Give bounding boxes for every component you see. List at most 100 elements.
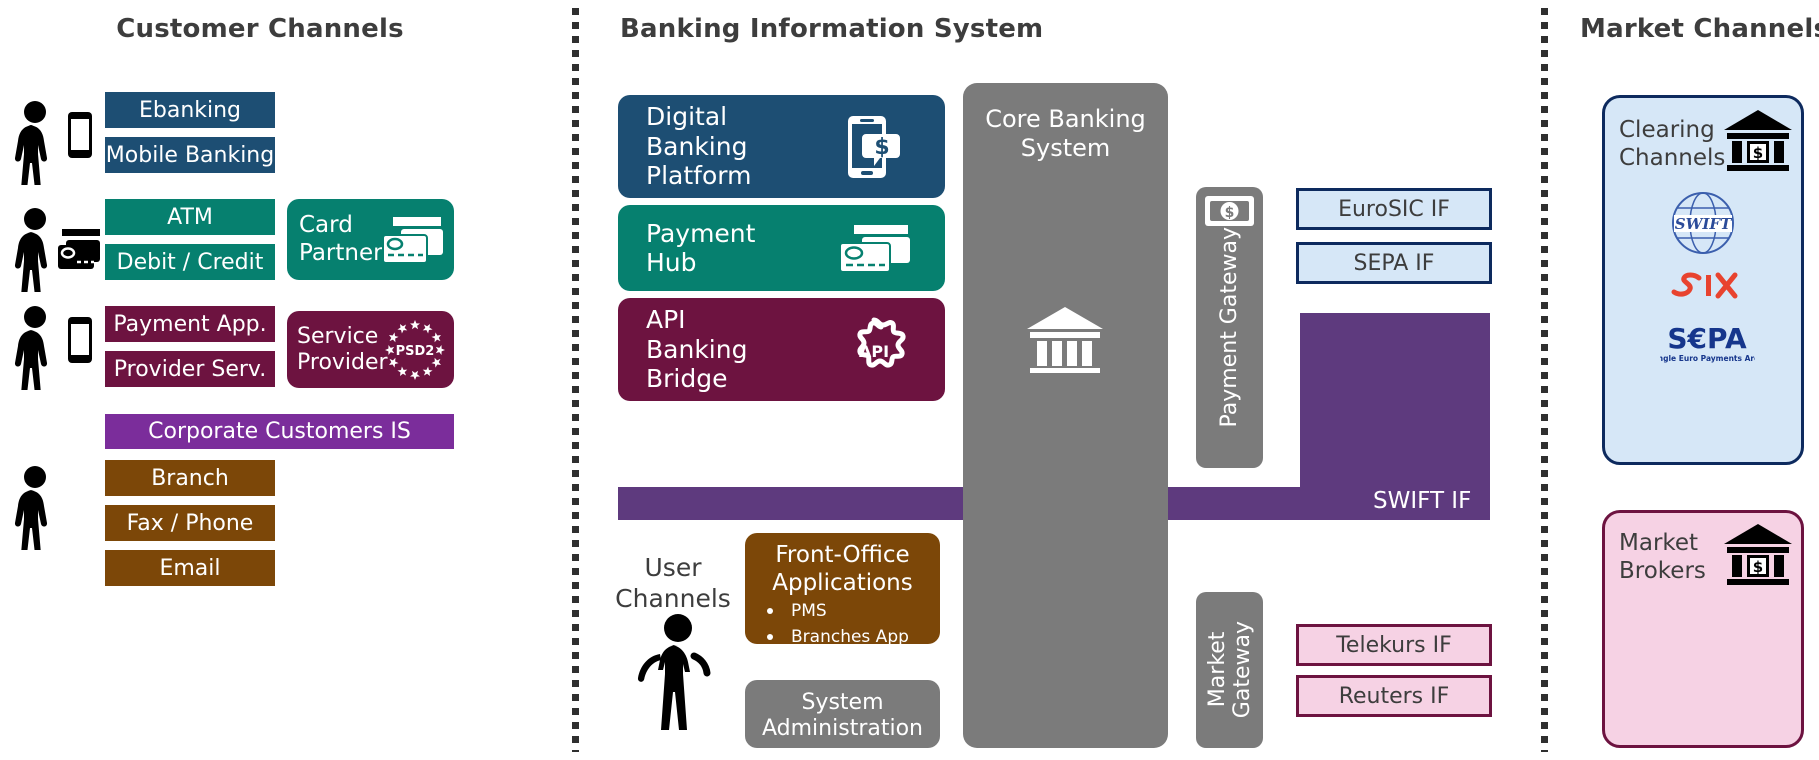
person-with-phone-icon (10, 100, 105, 185)
api-gear-icon: API (840, 317, 908, 383)
channel-bar-ebanking[interactable]: Ebanking (105, 92, 275, 128)
column-title-market-channels: Market Channels (1580, 14, 1819, 44)
bank-building-icon (1025, 305, 1105, 377)
cc-line2: Channels (1619, 144, 1726, 171)
cbs-line1: Core Banking (985, 105, 1146, 133)
person-with-card-icon (10, 207, 105, 292)
fo-line2: Applications (772, 569, 913, 596)
swift-logo: SWIFT (1668, 190, 1738, 256)
column-title-banking-information-system: Banking Information System (620, 14, 1044, 44)
service-provider-box[interactable]: Service Provider PSD2 (287, 311, 454, 388)
dbp-line3: Platform (646, 161, 752, 191)
core-banking-system-label: Core Banking System (963, 105, 1168, 163)
channel-bar-provider-serv[interactable]: Provider Serv. (105, 351, 275, 387)
channel-bar-label: Email (159, 555, 221, 581)
svg-text:$: $ (874, 135, 889, 160)
front-office-item-list: PMS Branches App Etc. (745, 599, 940, 676)
channel-bar-label: Fax / Phone (126, 510, 254, 536)
ph-line1: Payment (646, 218, 756, 248)
card-partner-line2: Partner (299, 239, 383, 266)
bank-building-icon: $ (1722, 522, 1794, 590)
dbp-line2: Banking (646, 131, 748, 161)
market-gateway-box[interactable]: Market Gateway (1196, 592, 1263, 748)
channel-bar-label: Branch (151, 465, 229, 491)
channel-bar-label: ATM (167, 204, 213, 230)
channel-bar-atm[interactable]: ATM (105, 199, 275, 235)
sepa-logo-sub: Single Euro Payments Area (1660, 354, 1755, 363)
abb-line1: API (646, 305, 686, 335)
service-provider-label: Service Provider (297, 311, 388, 388)
bank-building-icon: $ (1722, 108, 1794, 176)
mb-line2: Brokers (1619, 557, 1706, 584)
eurosic-if-label: EuroSIC IF (1338, 196, 1450, 222)
card-partner-line1: Card (299, 212, 353, 239)
list-item: PMS (745, 599, 940, 625)
telekurs-if-label: Telekurs IF (1336, 632, 1452, 658)
svg-text:$: $ (1225, 205, 1235, 221)
list-item: Branches App (745, 625, 940, 651)
mb-line1: Market (1619, 530, 1699, 556)
abb-line2: Banking (646, 334, 748, 364)
separator-left (572, 8, 579, 752)
payment-hub-label: Payment Hub (646, 205, 755, 291)
sa-line1: System (801, 690, 884, 715)
banknote-dollar-icon: $ (1202, 192, 1257, 232)
market-gateway-label: Market Gateway (1204, 621, 1255, 719)
corporate-customers-is-label: Corporate Customers IS (148, 419, 411, 444)
channel-bar-label: Provider Serv. (113, 356, 267, 382)
card-partner-label: Card Partner (299, 199, 383, 280)
abb-line3: Bridge (646, 364, 728, 394)
card-partner-box[interactable]: Card Partner (287, 199, 454, 280)
sepa-if-box[interactable]: SEPA IF (1296, 242, 1492, 284)
channel-bar-label: Payment App. (113, 311, 267, 337)
fo-line1: Front-Office (775, 542, 910, 568)
core-banking-system-box[interactable] (963, 83, 1168, 748)
channel-bar-payment-app[interactable]: Payment App. (105, 306, 275, 342)
corporate-customers-is-band[interactable]: Corporate Customers IS (105, 414, 454, 449)
market-brokers-label: Market Brokers (1619, 530, 1706, 585)
mobile-payment-icon: $ (836, 114, 906, 180)
channel-bar-label: Debit / Credit (116, 249, 264, 275)
system-administration-label: System Administration (745, 690, 940, 743)
api-banking-bridge-box[interactable]: API Banking Bridge API (618, 298, 945, 401)
uc-line2: Channels (615, 583, 731, 613)
api-banking-bridge-label: API Banking Bridge (646, 298, 747, 401)
ph-line2: Hub (646, 248, 697, 277)
psd2-eu-stars-icon: PSD2 (379, 317, 451, 383)
swift-if-label: SWIFT IF (1373, 488, 1472, 514)
reuters-if-box[interactable]: Reuters IF (1296, 675, 1492, 717)
channel-bar-branch[interactable]: Branch (105, 460, 275, 496)
digital-banking-platform-box[interactable]: Digital Banking Platform $ (618, 95, 945, 198)
cc-line1: Clearing (1619, 117, 1715, 143)
service-provider-line1: Service (297, 323, 379, 349)
eurosic-if-box[interactable]: EuroSIC IF (1296, 188, 1492, 230)
person-with-phone-icon (10, 305, 105, 390)
six-logo (1670, 270, 1738, 302)
credit-cards-icon (379, 215, 447, 265)
clearing-channels-label: Clearing Channels (1619, 117, 1725, 172)
digital-banking-platform-label: Digital Banking Platform (646, 95, 751, 198)
telekurs-if-box[interactable]: Telekurs IF (1296, 624, 1492, 666)
separator-right (1541, 8, 1548, 752)
sa-line2: Administration (762, 716, 923, 742)
channel-bar-debit-credit[interactable]: Debit / Credit (105, 244, 275, 280)
reuters-if-label: Reuters IF (1338, 683, 1450, 709)
dbp-line1: Digital (646, 102, 728, 132)
sepa-logo: S€PA Single Euro Payments Area (1660, 320, 1755, 366)
front-office-title: Front-Office Applications (745, 542, 940, 597)
swift-logo-text: SWIFT (1675, 215, 1733, 233)
channel-bar-email[interactable]: Email (105, 550, 275, 586)
svg-text:$: $ (1753, 144, 1763, 162)
uc-line1: User (644, 553, 702, 582)
channel-bar-mobile-banking[interactable]: Mobile Banking (105, 137, 275, 173)
payment-hub-box[interactable]: Payment Hub (618, 205, 945, 291)
column-title-customer-channels: Customer Channels (116, 14, 404, 44)
channel-bar-fax-phone[interactable]: Fax / Phone (105, 505, 275, 541)
channel-bar-label: Mobile Banking (105, 142, 275, 168)
credit-cards-icon (836, 223, 916, 275)
cbs-line2: System (1020, 133, 1111, 162)
user-presenter-icon (630, 612, 720, 742)
psd2-badge-text: PSD2 (396, 344, 435, 359)
channel-bar-label: Ebanking (138, 97, 242, 123)
list-item: Etc. (745, 650, 940, 676)
